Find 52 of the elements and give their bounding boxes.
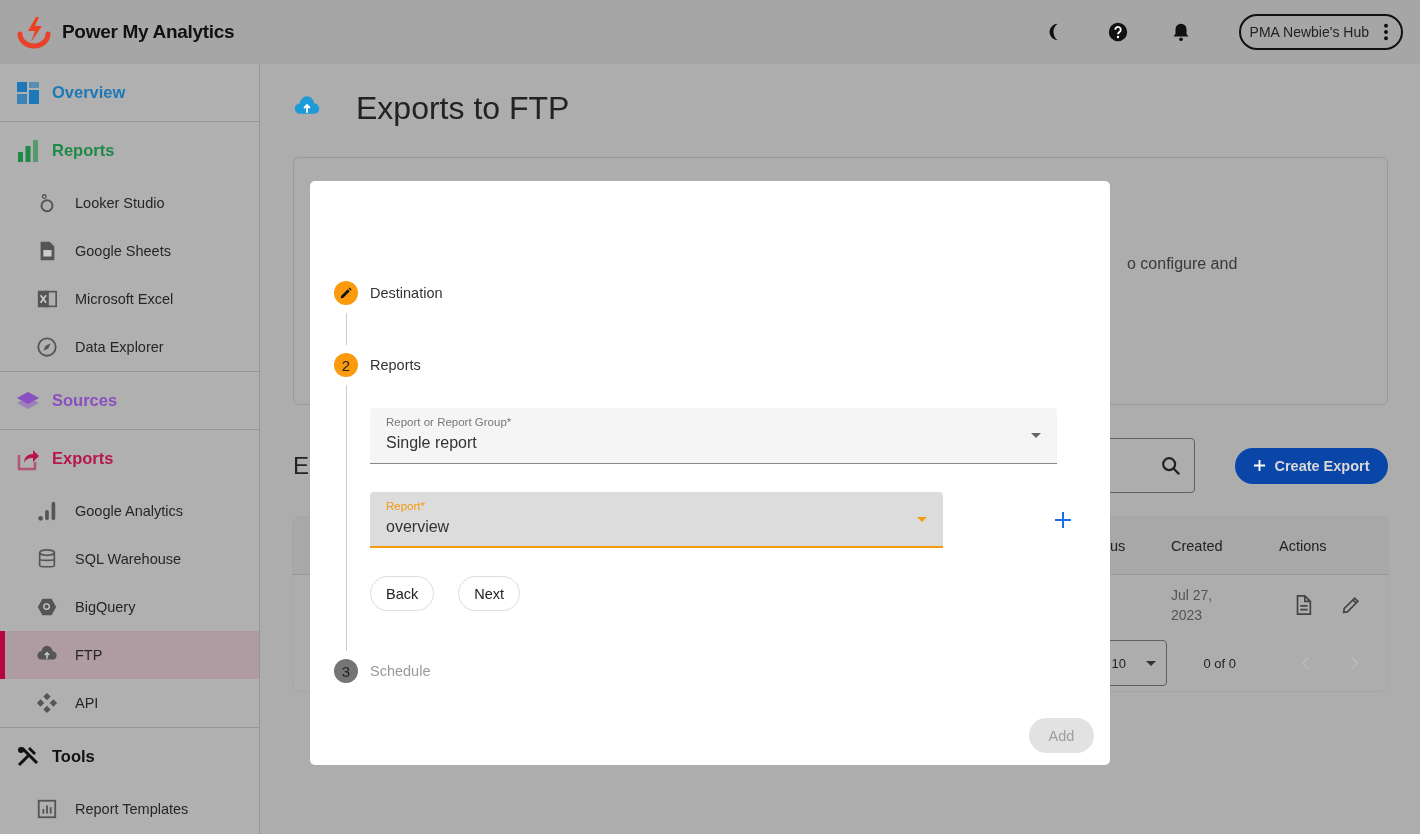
- sidebar-item[interactable]: FTP: [0, 631, 259, 679]
- sidebar-item[interactable]: BigQuery: [0, 583, 259, 631]
- step-label: Reports: [370, 356, 422, 375]
- created-date: Jul 27, 2023: [1171, 586, 1214, 625]
- step-button[interactable]: Back: [370, 576, 435, 611]
- tools-icon: [16, 744, 40, 769]
- step-indicator: 3: [334, 659, 358, 683]
- column-header: Actions: [1279, 537, 1328, 554]
- page-range: 0 of 0: [1203, 655, 1236, 671]
- column-header: us: [1110, 537, 1127, 554]
- sidebar-item[interactable]: Google Sheets: [0, 227, 259, 275]
- section-heading: E: [293, 451, 309, 480]
- sidebar-item[interactable]: Google Analytics: [0, 487, 259, 535]
- plus-icon: [1253, 459, 1267, 472]
- column-header: Created: [1171, 537, 1224, 554]
- intro-text: o configure and: [1127, 255, 1238, 272]
- logo-icon: [16, 14, 52, 50]
- pencil-icon[interactable]: [1340, 594, 1362, 616]
- bar-chart-icon: [16, 138, 40, 163]
- sidebar-section[interactable]: Tools: [0, 728, 259, 785]
- database-icon: [36, 548, 58, 570]
- step-label: Destination: [370, 284, 444, 303]
- sidebar-item[interactable]: Report Templates: [0, 785, 259, 833]
- pencil-icon: [339, 286, 353, 300]
- kebab-icon: [1383, 23, 1389, 41]
- step-label: Schedule: [370, 662, 432, 681]
- compass-icon: [36, 336, 58, 358]
- caret-icon: [1031, 433, 1041, 438]
- account-menu-button[interactable]: PMA Newbie's Hub: [1238, 14, 1403, 50]
- search-icon: [1160, 454, 1182, 477]
- sidebar-item[interactable]: Data Explorer: [0, 323, 259, 371]
- sidebar-item[interactable]: Looker Studio: [0, 179, 259, 227]
- caret-icon: [1146, 660, 1157, 666]
- diamond-arrows-icon: [36, 692, 58, 714]
- step-indicator: 2: [334, 353, 358, 377]
- help-icon[interactable]: [1106, 21, 1129, 43]
- select-field[interactable]: Report or Report Group* Single report: [370, 408, 1057, 464]
- sidebar-item[interactable]: Microsoft Excel: [0, 275, 259, 323]
- signal-bars-icon: [36, 500, 58, 522]
- page-title: Exports to FTP: [356, 89, 570, 127]
- sidebar-item[interactable]: SQL Warehouse: [0, 535, 259, 583]
- caret-icon: [917, 517, 927, 522]
- sidebar-item[interactable]: API: [0, 679, 259, 727]
- select-field[interactable]: Report* overview: [370, 492, 943, 548]
- app-name: Power My Analytics: [62, 21, 235, 43]
- grid-icon: [16, 80, 40, 105]
- hexagon-icon: [36, 596, 58, 618]
- step-button[interactable]: Next: [458, 576, 521, 611]
- spreadsheet-icon: [36, 288, 58, 310]
- plus-icon[interactable]: [1055, 512, 1071, 528]
- create-export-button[interactable]: Create Export: [1235, 447, 1388, 484]
- chart-frame-icon: [36, 798, 58, 820]
